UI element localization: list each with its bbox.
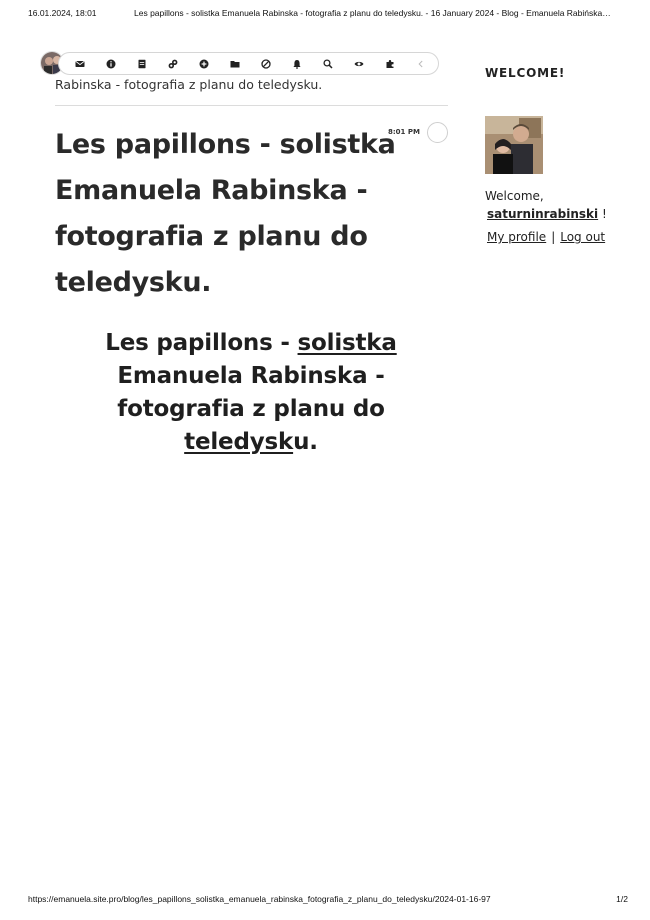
- info-icon[interactable]: [104, 57, 118, 71]
- username-link[interactable]: saturninrabinski: [487, 207, 598, 221]
- sidebar-title: WELCOME!: [485, 66, 566, 80]
- post-title: Les papillons - solistka Emanuela Rabins…: [55, 129, 396, 298]
- post-heading-part2: Emanuela Rabinska - fotografia z planu d…: [117, 363, 385, 422]
- print-date: 16.01.2024, 18:01: [28, 8, 97, 18]
- document-icon[interactable]: [135, 57, 149, 71]
- profile-photo-image: [485, 116, 543, 174]
- post-heading-part1: Les papillons -: [105, 330, 298, 356]
- print-footer: https://emanuela.site.pro/blog/les_papil…: [28, 894, 628, 908]
- plus-circle-icon[interactable]: [197, 57, 211, 71]
- post-heading-link-teledysk[interactable]: teledysk: [184, 429, 293, 455]
- post-subtitle-line: Rabinska - fotografia z planu do teledys…: [55, 76, 448, 106]
- print-doc-title: Les papillons - solistka Emanuela Rabins…: [134, 8, 611, 18]
- account-links: My profile | Log out: [485, 228, 625, 246]
- block-icon[interactable]: [259, 57, 273, 71]
- print-url: https://emanuela.site.pro/blog/les_papil…: [28, 894, 491, 904]
- welcome-prefix: Welcome,: [485, 189, 544, 203]
- logout-link[interactable]: Log out: [560, 230, 605, 244]
- sidebar: WELCOME! Welcome, saturninrabinski ! My …: [485, 66, 625, 244]
- toolbar: [58, 52, 439, 75]
- my-profile-link[interactable]: My profile: [487, 230, 546, 244]
- post-heading-part3: u.: [293, 429, 318, 455]
- post-status-circle[interactable]: [427, 122, 448, 143]
- post-heading: Les papillons - solistka Emanuela Rabins…: [70, 327, 432, 459]
- print-header: 16.01.2024, 18:01 Les papillons - solist…: [28, 8, 628, 22]
- welcome-suffix: !: [601, 207, 607, 221]
- post-heading-link-solistka[interactable]: solistka: [298, 330, 397, 356]
- print-page-number: 1/2: [616, 894, 628, 904]
- bell-icon[interactable]: [290, 57, 304, 71]
- link-separator: |: [551, 230, 556, 244]
- profile-photo: [485, 116, 543, 174]
- collapse-icon[interactable]: [414, 57, 428, 71]
- search-icon[interactable]: [321, 57, 335, 71]
- puzzle-icon[interactable]: [383, 57, 397, 71]
- welcome-text: Welcome, saturninrabinski !: [485, 187, 625, 223]
- folder-icon[interactable]: [228, 57, 242, 71]
- link-icon[interactable]: [166, 57, 180, 71]
- eye-icon[interactable]: [352, 57, 366, 71]
- mail-icon[interactable]: [73, 57, 87, 71]
